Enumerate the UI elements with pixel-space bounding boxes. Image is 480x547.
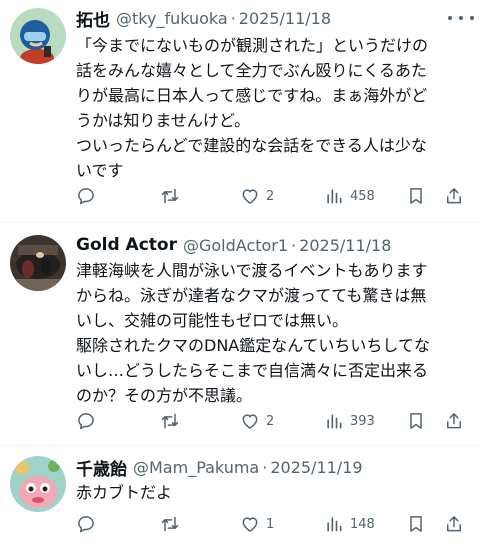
heart-icon xyxy=(242,517,258,532)
post-header: 千歳飴 @Mam_Pakuma · 2025/11/19 xyxy=(76,455,363,480)
bookmark-icon xyxy=(410,413,422,429)
like-button[interactable]: 1 xyxy=(240,512,274,536)
repost-button[interactable] xyxy=(160,184,180,208)
heart-icon xyxy=(242,414,258,429)
repost-button[interactable] xyxy=(160,512,180,536)
timestamp[interactable]: 2025/11/18 xyxy=(299,236,391,255)
avatar-illustration xyxy=(10,8,66,64)
share-icon xyxy=(447,188,461,204)
post-text: 「今までにないものが観測された」というだけの 話をみんな嬉々として全力でぶん殴り… xyxy=(76,33,472,183)
like-count: 2 xyxy=(266,413,275,429)
reply-icon xyxy=(78,188,94,205)
post-text-line: りが最高に日本人って感じですね。まぁ海外がど xyxy=(76,86,428,105)
post-text-line: うかは知りませんけど。 xyxy=(76,111,251,130)
share-icon xyxy=(447,413,461,429)
action-bar: 1 148 xyxy=(76,512,472,536)
share-button[interactable] xyxy=(444,184,464,208)
handle[interactable]: @GoldActor1 xyxy=(183,236,288,255)
view-count: 458 xyxy=(350,188,375,204)
like-count: 1 xyxy=(266,516,275,532)
bookmark-button[interactable] xyxy=(406,512,426,536)
avatar-illustration xyxy=(10,456,66,512)
handle[interactable]: @tky_fukuoka xyxy=(116,9,228,28)
views-button[interactable]: 458 xyxy=(324,184,375,208)
separator: · xyxy=(291,235,297,255)
views-button[interactable]: 148 xyxy=(324,512,375,536)
post-text-line: いし、交雑の可能性もゼロでは無い。 xyxy=(76,311,349,330)
post-text: 赤カブトだよ xyxy=(76,480,472,505)
bookmark-button[interactable] xyxy=(406,184,426,208)
avatar[interactable] xyxy=(10,235,66,291)
post-header: Gold Actor @GoldActor1 · 2025/11/18 xyxy=(76,233,391,257)
reply-icon xyxy=(78,516,94,533)
post[interactable]: 拓也 @tky_fukuoka · 2025/11/18 「今までにないものが観… xyxy=(0,0,480,222)
post[interactable]: 千歳飴 @Mam_Pakuma · 2025/11/19 赤カブトだよ 1 14… xyxy=(0,446,480,547)
share-button[interactable] xyxy=(444,512,464,536)
post-text-line: いし…どうしたらそこまで自信満々に否定出来る xyxy=(76,361,429,380)
share-button[interactable] xyxy=(444,409,464,433)
post-text-line: 駆除されたクマのDNA鑑定なんていちいちしてな xyxy=(76,336,430,355)
like-count: 2 xyxy=(266,188,275,204)
heart-icon xyxy=(242,189,258,204)
post-text-line: ついったらんどで建設的な会話をできる人は少な xyxy=(76,136,427,155)
share-icon xyxy=(447,516,461,532)
display-name[interactable]: 千歳飴 xyxy=(76,455,127,480)
repost-button[interactable] xyxy=(160,409,180,433)
views-chart-icon xyxy=(327,517,342,532)
reply-button[interactable] xyxy=(76,512,96,536)
repost-icon xyxy=(161,413,179,429)
display-name[interactable]: Gold Actor xyxy=(76,235,177,255)
reply-button[interactable] xyxy=(76,184,96,208)
timestamp[interactable]: 2025/11/18 xyxy=(239,9,331,28)
post-text-line: いです xyxy=(76,161,124,180)
post-text-line: のか？その方が不思議。 xyxy=(76,386,253,405)
post-text-line: 話をみんな嬉々として全力でぶん殴りにくるあた xyxy=(76,61,427,80)
views-button[interactable]: 393 xyxy=(324,409,375,433)
repost-icon xyxy=(161,516,179,532)
like-button[interactable]: 2 xyxy=(240,409,274,433)
action-bar: 2 458 xyxy=(76,184,472,208)
reply-icon xyxy=(78,413,94,430)
avatar-photo xyxy=(10,235,66,291)
action-bar: 2 393 xyxy=(76,409,472,433)
more-options-icon[interactable] xyxy=(448,8,474,28)
post-text-line: 「今までにないものが観測された」というだけの xyxy=(76,36,429,55)
reply-button[interactable] xyxy=(76,409,96,433)
display-name[interactable]: 拓也 xyxy=(76,6,110,31)
post-text-line: からね。泳ぎが達者なクマが渡ってても驚きは無 xyxy=(76,286,427,305)
post-header: 拓也 @tky_fukuoka · 2025/11/18 xyxy=(76,6,331,31)
view-count: 148 xyxy=(350,516,375,532)
timestamp[interactable]: 2025/11/19 xyxy=(270,458,362,477)
handle[interactable]: @Mam_Pakuma xyxy=(133,458,259,477)
views-chart-icon xyxy=(327,189,342,204)
separator: · xyxy=(230,8,236,28)
post-text-line: 津軽海峡を人間が泳いで渡るイベントもあります xyxy=(76,261,428,280)
bookmark-button[interactable] xyxy=(406,409,426,433)
like-button[interactable]: 2 xyxy=(240,184,274,208)
post[interactable]: Gold Actor @GoldActor1 · 2025/11/18 津軽海峡… xyxy=(0,223,480,445)
post-text-line: 赤カブトだよ xyxy=(76,483,173,502)
avatar[interactable] xyxy=(10,456,66,512)
view-count: 393 xyxy=(350,413,375,429)
bookmark-icon xyxy=(410,516,422,532)
repost-icon xyxy=(161,188,179,204)
bookmark-icon xyxy=(410,188,422,204)
post-text: 津軽海峡を人間が泳いで渡るイベントもあります からね。泳ぎが達者なクマが渡ってて… xyxy=(76,258,472,408)
avatar[interactable] xyxy=(10,8,66,64)
separator: · xyxy=(262,457,268,477)
views-chart-icon xyxy=(327,414,342,429)
